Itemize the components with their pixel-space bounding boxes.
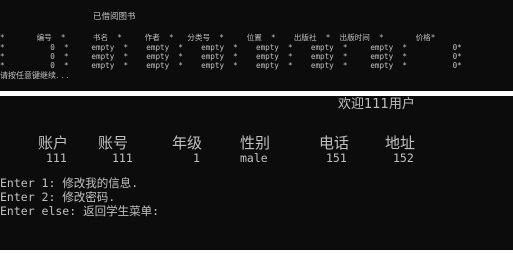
menu-option-edit-info: Enter 1: 修改我的信息.: [0, 176, 139, 190]
header-grade: 年级: [172, 134, 203, 152]
header-address: 地址: [385, 134, 416, 152]
borrowed-books-title: 已借阅图书: [93, 12, 136, 22]
books-table-row: * 0 * empty * empty * empty * empty * em…: [0, 61, 462, 70]
value-grade: 1: [193, 151, 200, 165]
menu-option-change-password: Enter 2: 修改密码.: [0, 190, 116, 204]
header-gender: 性别: [240, 134, 271, 152]
books-table-row: * 0 * empty * empty * empty * empty * em…: [0, 43, 462, 52]
header-account: 账户: [38, 134, 69, 152]
books-table-row: * 0 * empty * empty * empty * empty * em…: [0, 52, 462, 61]
header-account-number: 账号: [98, 134, 129, 152]
student-info-console: 欢迎111用户 账户 账号 年级 性别 电话 地址 111 111 1 male…: [0, 96, 513, 250]
value-account: 111: [46, 151, 67, 165]
books-table-header: * 编号 * 书名 * 作者 * 分类号 * 位置 * 出版社 * 出版时间 *…: [0, 33, 436, 42]
header-phone: 电话: [319, 134, 350, 152]
value-phone: 151: [326, 151, 347, 165]
value-account-number: 111: [112, 151, 133, 165]
menu-option-return: Enter else: 返回学生菜单:: [0, 204, 160, 218]
borrowed-books-console: 已借阅图书 * 编号 * 书名 * 作者 * 分类号 * 位置 * 出版社 * …: [0, 0, 513, 91]
press-any-key-hint: 请按任意键继续. . .: [0, 71, 69, 80]
value-gender: male: [240, 151, 268, 165]
welcome-message: 欢迎111用户: [338, 97, 415, 112]
value-address: 152: [393, 151, 414, 165]
